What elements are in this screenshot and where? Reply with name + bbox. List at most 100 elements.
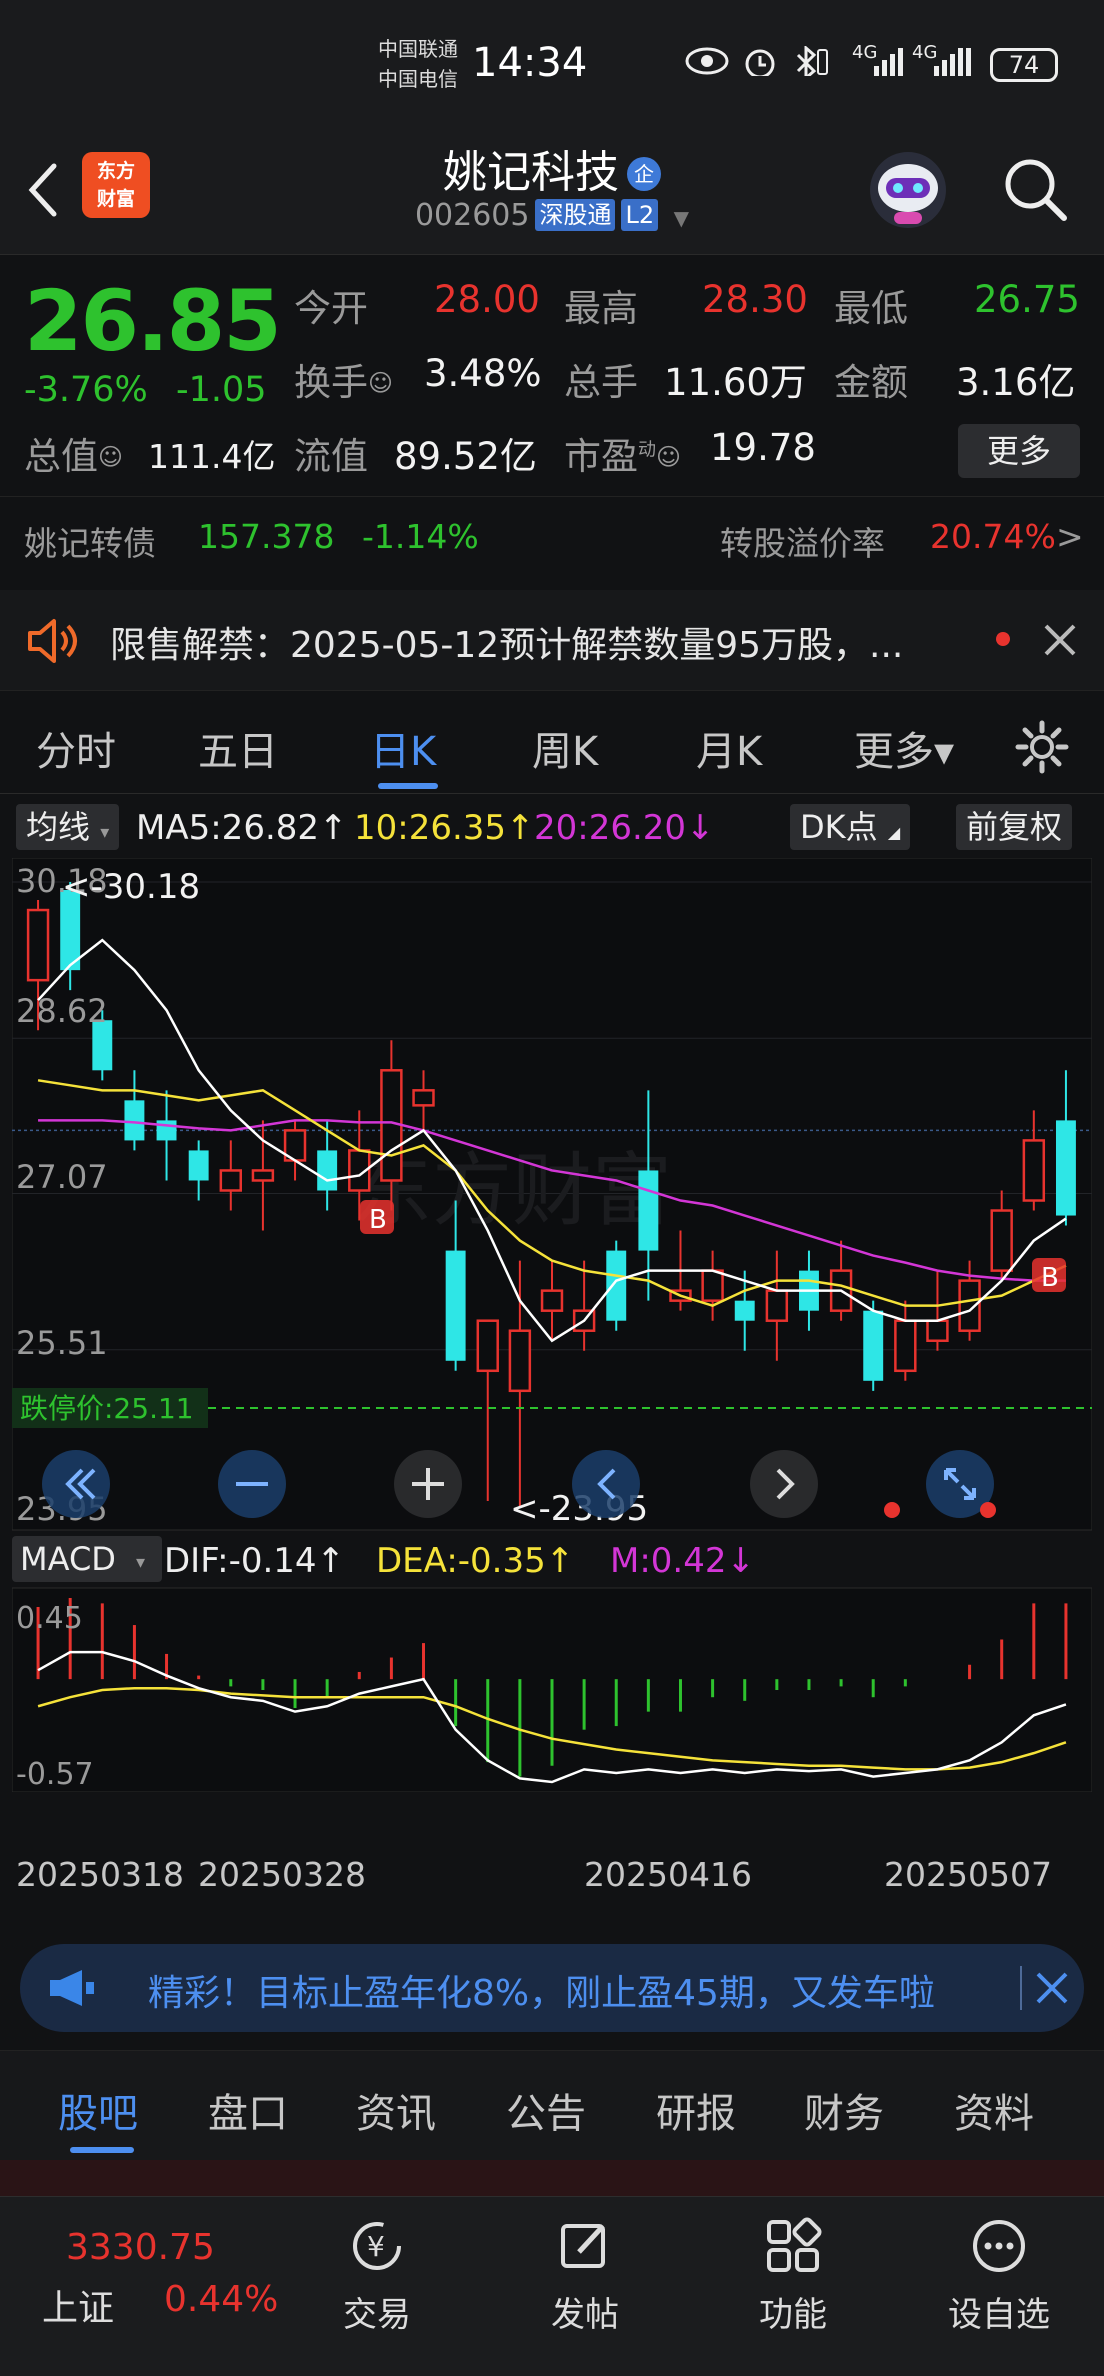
close-icon[interactable]	[1040, 620, 1080, 660]
battery-indicator: 74	[990, 48, 1058, 82]
gear-icon[interactable]	[1014, 719, 1070, 775]
nav-features[interactable]: 功能	[718, 2211, 868, 2336]
tab-daily-k[interactable]: 日K	[370, 719, 436, 777]
candle-body	[990, 1209, 1013, 1272]
candle-body	[606, 1250, 627, 1321]
candle-body	[219, 1169, 242, 1192]
carrier-2: 中国电信	[378, 67, 458, 91]
scroll-right-icon[interactable]	[750, 1450, 818, 1518]
tab-financials[interactable]: 财务	[804, 2081, 884, 2139]
search-icon[interactable]	[1000, 154, 1072, 226]
date-tick-4: 20250507	[884, 1855, 1052, 1894]
connect-tag: 深股通	[535, 199, 616, 231]
candle-body	[765, 1289, 789, 1322]
grid-icon	[767, 2217, 822, 2272]
tab-weekly-k[interactable]: 周K	[532, 719, 598, 777]
change-abs: -1.05	[176, 370, 267, 410]
carrier-1: 中国联通	[378, 37, 458, 61]
clock: 14:34	[472, 40, 588, 86]
nav-post[interactable]: 发帖	[510, 2211, 660, 2336]
tab-five-day[interactable]: 五日	[198, 719, 278, 777]
zoom-in-icon[interactable]	[394, 1450, 462, 1518]
premium-value: 20.74%	[930, 517, 1056, 556]
adjust-selector[interactable]: 前复权	[956, 804, 1073, 850]
chevron-down-icon[interactable]: ▼	[674, 206, 689, 230]
low-value: 26.75	[974, 278, 1080, 321]
info-tabs: 股吧 盘口 资讯 公告 研报 财务 资料	[0, 2050, 1104, 2160]
more-dots-icon	[973, 2220, 1025, 2272]
open-value: 28.00	[434, 278, 540, 321]
scroll-left-fast-icon[interactable]	[42, 1450, 110, 1518]
notice-bar[interactable]: 限售解禁：2025-05-12预计解禁数量95万股，...	[0, 590, 1104, 690]
notice-text: 限售解禁：2025-05-12预计解禁数量95万股，...	[110, 625, 904, 666]
active-tab-indicator	[70, 2147, 134, 2153]
date-tick-2: 20250328	[198, 1855, 366, 1894]
amount-label: 金额	[834, 361, 908, 404]
ma20-value: 20:26.20↓	[534, 808, 715, 848]
mktcap-label: 总值☺	[24, 435, 124, 478]
promo-banner[interactable]: 精彩！目标止盈年化8%，刚止盈45期，又发车啦	[20, 1944, 1084, 2032]
robot-avatar-icon[interactable]	[866, 148, 950, 232]
pe-value: 19.78	[710, 426, 816, 469]
indicator-selector[interactable]: 均线 ▾	[16, 804, 120, 850]
stock-header: 东方 财富 姚记科技企 002605 深股通 L2 ▼	[0, 130, 1104, 255]
bond-change: -1.14%	[362, 517, 479, 556]
volume-label: 总手	[564, 361, 638, 404]
signal-2-icon	[934, 48, 971, 76]
y-tick-2: 28.62	[16, 992, 108, 1030]
tab-news[interactable]: 资讯	[356, 2081, 436, 2139]
speaker-icon	[28, 619, 77, 663]
quote-panel: 26.85 -3.76% -1.05 今开 28.00 最高 28.30 最低 …	[0, 256, 1104, 496]
ma5-value: MA5:26.82↑	[136, 808, 348, 848]
candle-body	[638, 1170, 659, 1251]
candle-body	[412, 1089, 435, 1107]
nav-trade[interactable]: ¥ 交易	[302, 2211, 452, 2336]
bond-price: 157.378	[198, 517, 335, 556]
event-dot-1	[884, 1502, 900, 1518]
macd-selector-label: MACD	[20, 1540, 116, 1578]
candle-body	[124, 1100, 145, 1141]
candle-body	[734, 1300, 755, 1321]
unread-dot	[996, 632, 1010, 646]
tab-research[interactable]: 研报	[656, 2081, 736, 2139]
scroll-left-icon[interactable]	[572, 1450, 640, 1518]
zoom-out-icon[interactable]	[218, 1450, 286, 1518]
stock-name: 姚记科技	[443, 147, 619, 198]
macd-m: M:0.42↓	[610, 1541, 755, 1581]
tab-monthly-k[interactable]: 月K	[696, 719, 762, 777]
change-pct: -3.76%	[24, 370, 148, 410]
alarm-icon	[745, 49, 775, 76]
turnover-label: 换手☺	[294, 361, 394, 404]
yuan-cycle-icon: ¥	[353, 2222, 401, 2270]
chevron-right-icon: >	[1056, 517, 1084, 556]
nav-add-watchlist[interactable]: 设自选	[924, 2211, 1074, 2336]
kline-chart[interactable]: 东方财富 30.18 28.62 27.07 25.51 23.95 <-30.…	[12, 858, 1092, 1920]
convertible-bond-row[interactable]: 姚记转债 157.378 -1.14% 转股溢价率 20.74% >	[0, 496, 1104, 588]
buy-marker-2: B	[1032, 1258, 1066, 1293]
tab-intraday[interactable]: 分时	[36, 719, 116, 777]
dk-point-toggle[interactable]: DK点 ◢	[790, 804, 911, 850]
active-tab-indicator	[378, 783, 438, 789]
date-tick-3: 20250416	[584, 1855, 752, 1894]
chevron-down-icon: ▾	[136, 1552, 145, 1573]
signal-1-icon	[874, 48, 903, 76]
candle-body	[445, 1250, 466, 1361]
candle-body	[863, 1310, 884, 1381]
tab-profile[interactable]: 资料	[954, 2081, 1034, 2139]
float-value: 89.52亿	[394, 435, 537, 478]
mktcap-value: 111.4亿	[148, 437, 276, 476]
eye-icon	[685, 47, 729, 75]
low-label: 最低	[834, 287, 908, 330]
buy-marker-1: B	[360, 1200, 394, 1235]
tab-forum[interactable]: 股吧	[58, 2081, 138, 2139]
tab-more[interactable]: 更多▾	[854, 719, 954, 777]
index-name[interactable]: 上证	[42, 2279, 114, 2331]
more-button[interactable]: 更多	[958, 424, 1080, 478]
candle-body	[926, 1319, 949, 1342]
candle-body	[476, 1319, 499, 1373]
tab-announcements[interactable]: 公告	[506, 2081, 586, 2139]
level2-tag: L2	[621, 199, 659, 231]
macd-dif: DIF:-0.14↑	[164, 1541, 345, 1581]
tab-orderbook[interactable]: 盘口	[208, 2081, 288, 2139]
close-icon[interactable]	[1034, 1970, 1070, 2006]
